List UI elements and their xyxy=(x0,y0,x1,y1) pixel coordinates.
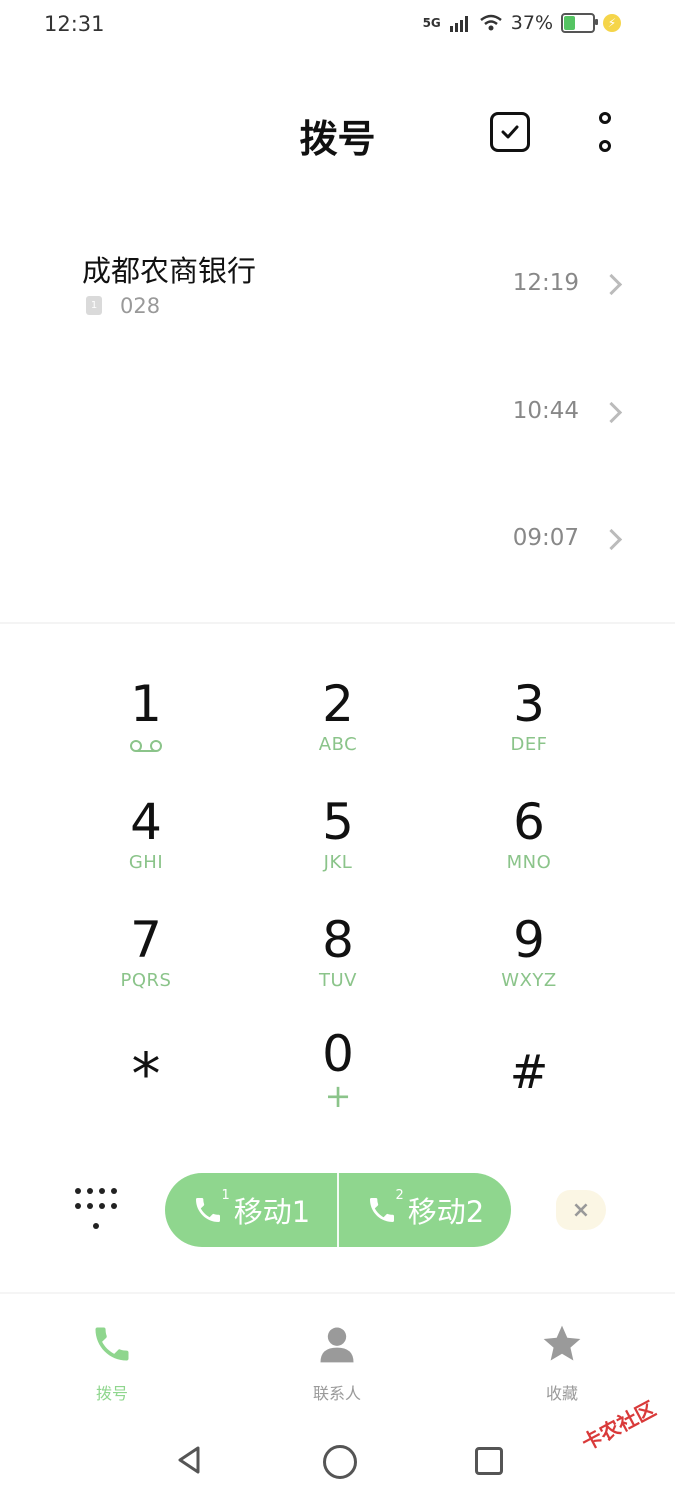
call-log-time: 12:19 xyxy=(512,270,579,296)
recent-apps-icon[interactable] xyxy=(475,1447,503,1475)
key-0[interactable]: 0 + xyxy=(238,1026,438,1136)
call-sim2-button[interactable]: 2 移动2 xyxy=(339,1173,511,1247)
key-3[interactable]: 3 DEF xyxy=(429,676,629,786)
key-7[interactable]: 7 PQRS xyxy=(46,912,246,1022)
sim-icon: 1 xyxy=(86,296,102,315)
key-star[interactable]: * xyxy=(46,1045,246,1156)
star-icon xyxy=(543,1325,581,1361)
key-1[interactable]: 1 xyxy=(46,676,246,786)
signal-icon xyxy=(449,16,468,32)
tab-favorites-label: 收藏 xyxy=(545,1384,578,1403)
status-icons: 5G 37% ⚡ xyxy=(423,12,621,34)
tab-favorites[interactable]: 收藏 xyxy=(482,1322,642,1404)
key-8[interactable]: 8 TUV xyxy=(238,912,438,1022)
delete-button[interactable]: × xyxy=(556,1190,606,1230)
select-checkbox-icon[interactable] xyxy=(490,112,530,152)
key-2[interactable]: 2 ABC xyxy=(238,676,438,786)
battery-icon xyxy=(561,13,598,33)
phone-icon: 2 xyxy=(366,1188,404,1226)
keypad-divider xyxy=(0,622,675,624)
tab-contacts-label: 联系人 xyxy=(312,1384,361,1403)
phone-icon: 1 xyxy=(192,1188,230,1226)
call-log-number: 028 xyxy=(120,294,161,318)
wifi-icon xyxy=(479,14,502,31)
key-4[interactable]: 4 GHI xyxy=(46,794,246,904)
call-sim1-button[interactable]: 1 移动1 xyxy=(165,1173,337,1247)
tab-dial[interactable]: 拨号 xyxy=(32,1322,192,1404)
network-5g-label: 5G xyxy=(422,16,441,30)
phone-icon xyxy=(95,1327,129,1361)
page-title: 拨号 xyxy=(299,117,376,161)
back-icon[interactable] xyxy=(174,1444,206,1476)
battery-percent: 37% xyxy=(510,12,553,34)
call-sim2-label: 移动2 xyxy=(407,1195,485,1229)
call-log-row[interactable]: 09:07 xyxy=(0,477,675,597)
plus-symbol: + xyxy=(324,1077,352,1115)
key-6[interactable]: 6 MNO xyxy=(429,794,629,904)
status-time: 12:31 xyxy=(44,12,105,36)
key-9[interactable]: 9 WXYZ xyxy=(429,912,629,1022)
tab-contacts[interactable]: 联系人 xyxy=(257,1322,417,1404)
person-icon xyxy=(320,1327,354,1363)
call-log-name: 成都农商银行 xyxy=(82,254,257,288)
chevron-right-icon[interactable] xyxy=(600,528,623,551)
bottom-nav-divider xyxy=(0,1292,675,1294)
key-5[interactable]: 5 JKL xyxy=(238,794,438,904)
dialpad-toggle-icon[interactable] xyxy=(72,1186,120,1234)
call-log-row[interactable]: 10:44 xyxy=(0,350,675,470)
call-sim1-label: 移动1 xyxy=(233,1195,311,1229)
battery-fill xyxy=(564,16,576,30)
home-icon[interactable] xyxy=(323,1445,357,1479)
call-log-time: 09:07 xyxy=(512,525,579,551)
charging-bolt-icon: ⚡ xyxy=(603,14,621,32)
chevron-right-icon[interactable] xyxy=(600,273,623,296)
chevron-right-icon[interactable] xyxy=(600,401,623,424)
voicemail-icon xyxy=(130,740,162,752)
backspace-icon: × xyxy=(571,1197,591,1223)
more-options-icon[interactable] xyxy=(596,112,614,152)
tab-dial-label: 拨号 xyxy=(95,1384,128,1403)
call-log-time: 10:44 xyxy=(512,398,579,424)
call-log-row[interactable]: 成都农商银行 1 028 12:19 xyxy=(0,222,675,342)
call-button-group: 1 移动1 2 移动2 xyxy=(165,1173,511,1247)
key-hash[interactable]: # xyxy=(429,1044,629,1154)
